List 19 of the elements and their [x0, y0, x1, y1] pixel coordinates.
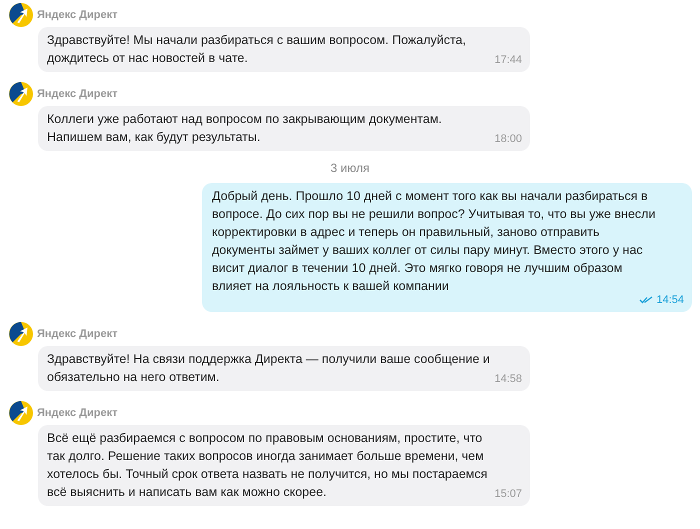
message-text: Здравствуйте! На связи поддержка Директа — получили ваше сообщение и обязательно на него ответим.: [47, 351, 491, 386]
message-text: Добрый день. Прошло 10 дней с момент того как вы начали разбираться в вопросе. До сих пор вы не решили вопрос? Учитывая то, что вы уже внесли корректировки в адрес и теперь он правильный, заново отправить документы займет у ваших коллег от силы пару минут. Вместо этого у нас висит диалог в течении 10 дней. Это мягко говоря не лучшим образом влияет на лояльность к вашей компании: [212, 188, 656, 295]
message-time: 14:58: [494, 372, 522, 387]
message-time: 15:07: [494, 487, 522, 502]
sender-name: Яндекс Директ: [37, 407, 118, 419]
logo-icon: [9, 401, 33, 425]
message-time: 17:44: [494, 53, 522, 68]
logo-icon: [9, 3, 33, 27]
logo-icon: [9, 82, 33, 106]
logo-icon: [9, 322, 33, 346]
sender-name: Яндекс Директ: [37, 328, 118, 340]
message-text: Здравствуйте! Мы начали разбираться с вашим вопросом. Пожалуйста, дождитесь от нас новостей в чате.: [47, 32, 467, 67]
message-time: 18:00: [494, 132, 522, 147]
sender-name: Яндекс Директ: [37, 88, 118, 100]
sender-name: Яндекс Директ: [37, 9, 118, 21]
message-text: Коллеги уже работают над вопросом по закрывающим документам. Напишем вам, как будут результаты.: [47, 111, 443, 146]
date-separator: 3 июля: [330, 161, 370, 175]
message-text: Всё ещё разбираемся с вопросом по правовым основаниям, простите, что так долго. Решение таких вопросов иногда занимает больше времени, чем хотелось бы. Точный срок ответа назвать не получится, но мы постараемся всё выяснить и написать вам как можно скорее.: [47, 430, 488, 501]
message-time: 14:54: [656, 293, 684, 308]
